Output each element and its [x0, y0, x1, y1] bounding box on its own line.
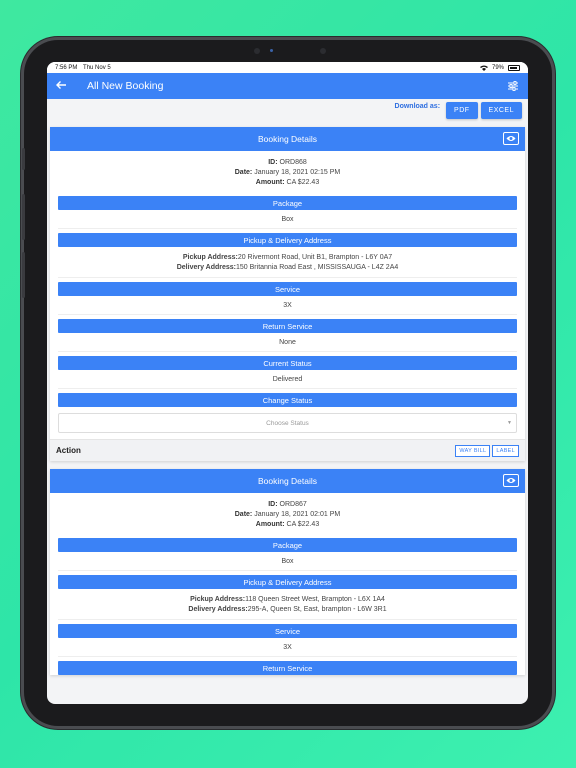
action-label: Action: [56, 446, 81, 455]
pickup-label: Pickup Address:: [190, 596, 246, 603]
eye-icon[interactable]: [503, 132, 519, 145]
booking-amount: CA $22.43: [286, 521, 320, 528]
booking-summary: ID: ORD868 Date: January 18, 2021 02:15 …: [50, 151, 525, 192]
booking-amount: CA $22.43: [286, 179, 320, 186]
booking-date: January 18, 2021 02:15 PM: [254, 169, 341, 176]
label-button[interactable]: LABEL: [492, 444, 519, 457]
current-status-section-bar: Current Status: [58, 356, 517, 370]
amount-label: Amount:: [255, 179, 285, 186]
change-status-section-bar: Change Status: [58, 393, 517, 407]
volume-button: [22, 148, 25, 170]
top-navbar: All New Booking: [47, 73, 528, 99]
address-block: Pickup Address:118 Queen Street West, Br…: [58, 589, 517, 620]
sensor-icon: [320, 48, 326, 54]
app-screen: 7:56 PM Thu Nov 5 79% All New Booking Do…: [47, 62, 528, 704]
package-section-bar: Package: [58, 538, 517, 552]
date-label: Date:: [234, 511, 253, 518]
id-label: ID:: [268, 501, 278, 508]
sensor-icon: [254, 48, 260, 54]
status-select[interactable]: Choose Status ▼: [58, 413, 517, 433]
page-title: All New Booking: [87, 80, 164, 92]
download-row: Download as: PDF EXCEL: [47, 99, 528, 121]
package-section-bar: Package: [58, 196, 517, 210]
booking-id: ORD868: [279, 159, 307, 166]
current-status-value: Delivered: [58, 370, 517, 389]
service-value: 3X: [58, 638, 517, 657]
id-label: ID:: [268, 159, 278, 166]
address-section-bar: Pickup & Delivery Address: [58, 233, 517, 247]
package-value: Box: [58, 552, 517, 571]
address-section-bar: Pickup & Delivery Address: [58, 575, 517, 589]
booking-list: Booking Details ID: ORD868 Date: January…: [47, 121, 528, 675]
delivery-label: Delivery Address:: [176, 264, 237, 271]
package-value: Box: [58, 210, 517, 229]
booking-header-title: Booking Details: [257, 134, 318, 144]
filter-icon[interactable]: [506, 79, 520, 93]
booking-card-header: Booking Details: [50, 127, 525, 151]
pickup-address: 118 Queen Street West, Brampton - L6X 1A…: [245, 596, 385, 603]
volume-button: [22, 252, 25, 298]
booking-card: Booking Details ID: ORD867 Date: January…: [50, 469, 525, 675]
return-service-section-bar: Return Service: [58, 319, 517, 333]
booking-header-title: Booking Details: [257, 476, 318, 486]
return-service-section-bar: Return Service: [58, 661, 517, 675]
wifi-icon: [479, 65, 488, 71]
address-block: Pickup Address:20 Rivermont Road, Unit B…: [58, 247, 517, 278]
amount-label: Amount:: [255, 521, 285, 528]
delivery-address: 150 Britannia Road East , MISSISSAUGA - …: [236, 264, 399, 271]
booking-card: Booking Details ID: ORD868 Date: January…: [50, 127, 525, 461]
status-bar: 7:56 PM Thu Nov 5 79%: [47, 62, 528, 73]
booking-date: January 18, 2021 02:01 PM: [254, 511, 341, 518]
status-date: Thu Nov 5: [83, 64, 111, 71]
service-section-bar: Service: [58, 282, 517, 296]
battery-percent: 79%: [491, 64, 504, 71]
back-arrow-icon[interactable]: [55, 79, 71, 93]
delivery-address: 295-A, Queen St, East, brampton - L6W 3R…: [247, 606, 387, 613]
booking-summary: ID: ORD867 Date: January 18, 2021 02:01 …: [50, 493, 525, 534]
service-section-bar: Service: [58, 624, 517, 638]
pickup-address: 20 Rivermont Road, Unit B1, Brampton - L…: [237, 254, 393, 261]
camera-icon: [270, 49, 273, 52]
excel-button[interactable]: EXCEL: [480, 101, 522, 119]
status-select-placeholder: Choose Status: [266, 419, 309, 427]
way-bill-button[interactable]: WAY BILL: [455, 444, 491, 457]
date-label: Date:: [234, 169, 253, 176]
booking-id: ORD867: [279, 501, 307, 508]
volume-button: [22, 194, 25, 240]
eye-icon[interactable]: [503, 474, 519, 487]
battery-icon: [508, 64, 520, 71]
download-label: Download as:: [394, 103, 441, 110]
pdf-button[interactable]: PDF: [446, 101, 478, 119]
booking-card-header: Booking Details: [50, 469, 525, 493]
delivery-label: Delivery Address:: [188, 606, 248, 613]
pickup-label: Pickup Address:: [182, 254, 238, 261]
status-time: 7:56 PM: [55, 64, 78, 71]
chevron-down-icon: ▼: [507, 420, 512, 426]
return-service-value: None: [58, 333, 517, 352]
action-row: Action WAY BILL LABEL: [50, 439, 525, 461]
service-value: 3X: [58, 296, 517, 315]
